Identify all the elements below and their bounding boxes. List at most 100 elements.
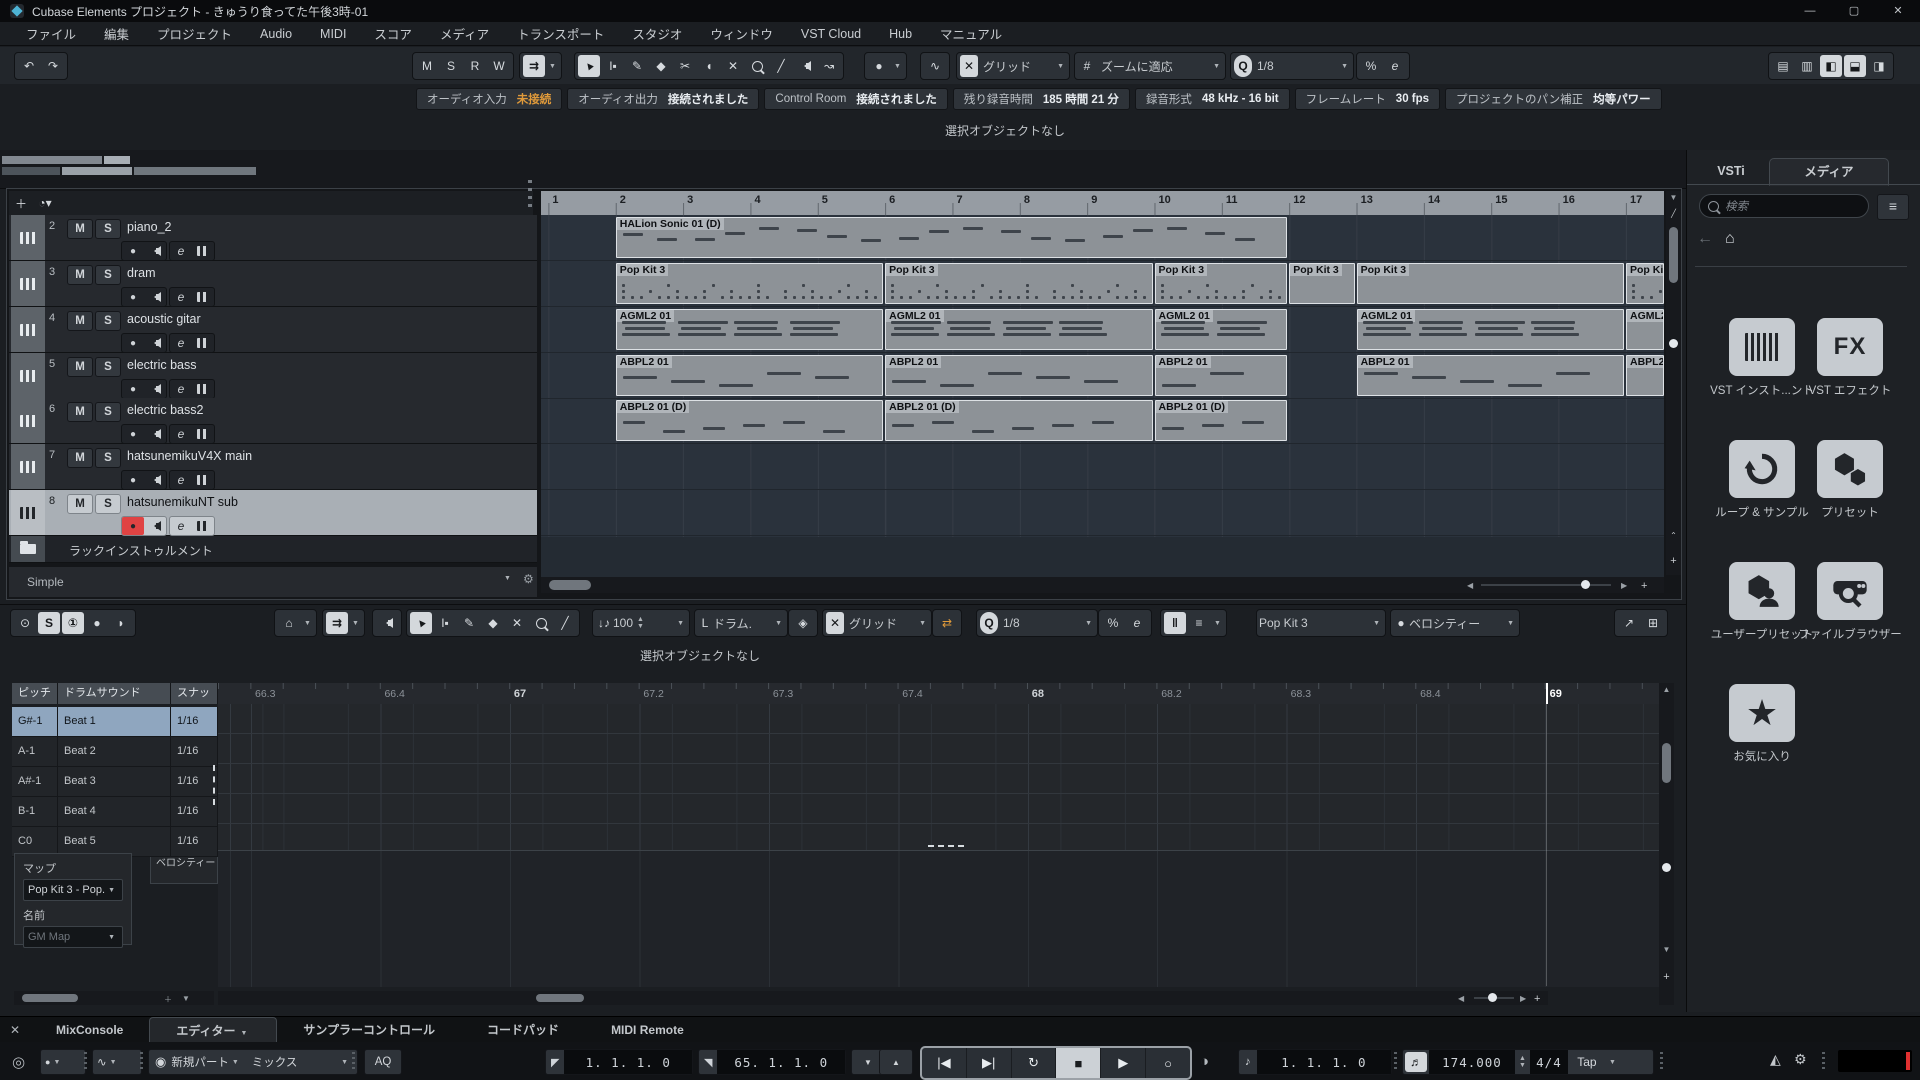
record-enable-button[interactable]: ●: [122, 334, 144, 352]
edit-channel-button[interactable]: e: [170, 380, 192, 398]
drum-grid[interactable]: [218, 704, 1663, 850]
velocity-value[interactable]: 100: [613, 616, 633, 630]
solo-button[interactable]: S: [95, 219, 121, 239]
part-HALion-Sonic-01-(D)[interactable]: HALion Sonic 01 (D): [616, 217, 1288, 258]
edit-channel-button[interactable]: e: [170, 517, 192, 535]
record-enable-button[interactable]: ●: [122, 517, 144, 535]
menu-マニュアル[interactable]: マニュアル: [926, 24, 1016, 43]
solo-button[interactable]: S: [95, 265, 121, 285]
open-instrument-button[interactable]: [192, 380, 214, 398]
editor-quantize-caret-icon[interactable]: ▼: [1085, 620, 1092, 627]
status-segment[interactable]: プロジェクトのパン補正均等パワー: [1445, 88, 1662, 110]
editor-list-hthumb[interactable]: [22, 994, 78, 1002]
lane-caret-icon[interactable]: ▼: [1214, 620, 1221, 627]
editor-snap-value[interactable]: グリッド: [849, 615, 897, 632]
column-divider-handle[interactable]: [213, 765, 215, 805]
vscroll-thumb[interactable]: [1669, 227, 1678, 283]
range-tool[interactable]: I▪: [602, 55, 624, 77]
tempo-stepper[interactable]: ▲▼: [1519, 1055, 1526, 1069]
mute-button[interactable]: M: [67, 265, 93, 285]
editor-autoscroll-icon[interactable]: ⇉: [326, 612, 348, 634]
audio-record-mode-select[interactable]: ∿▼: [92, 1049, 142, 1075]
editor-hscroll-right-icon[interactable]: ▶: [1520, 994, 1526, 1003]
part-Pop-Kit-3[interactable]: Pop Kit 3: [885, 263, 1152, 304]
vscroll-up-icon[interactable]: ▼: [1666, 193, 1681, 202]
media-tile-star[interactable]: ★: [1729, 684, 1795, 742]
menu-トランスポート[interactable]: トランスポート: [503, 24, 618, 43]
record-enable-button[interactable]: ●: [122, 380, 144, 398]
tab-エディター[interactable]: エディター ▼: [149, 1017, 277, 1044]
tab-MixConsole[interactable]: MixConsole: [30, 1017, 149, 1043]
quantize-caret-icon[interactable]: ▼: [1341, 63, 1348, 70]
menu-編集[interactable]: 編集: [90, 24, 143, 43]
mute-button[interactable]: M: [67, 494, 93, 514]
info-zone-icon[interactable]: ▥: [1796, 55, 1818, 77]
part-ABPL2-01[interactable]: ABPL2 01: [1626, 355, 1664, 396]
stop-button[interactable]: ■: [1056, 1048, 1101, 1078]
automation-r-button[interactable]: R: [464, 55, 486, 77]
editor-autoscroll-caret-icon[interactable]: ▼: [352, 620, 359, 627]
autoscroll-caret-icon[interactable]: ▼: [549, 63, 556, 70]
track-row-electric-bass[interactable]: 5MSelectric bass●e: [9, 353, 537, 399]
solo-button[interactable]: S: [95, 448, 121, 468]
vscroll-pencil-icon[interactable]: ╱: [1666, 209, 1681, 218]
lane-hatsunemikuNT-sub[interactable]: [541, 490, 1664, 536]
preroll-icon[interactable]: ◑: [1200, 1053, 1209, 1070]
vzoom-plus-icon[interactable]: +: [1666, 555, 1681, 567]
link-pin-icon[interactable]: ⊙: [14, 612, 36, 634]
quantize-value[interactable]: 1/8: [1257, 59, 1274, 73]
open-in-window-icon[interactable]: ↗: [1618, 612, 1640, 634]
arrange-lanes[interactable]: HALion Sonic 01 (D)Pop Kit 3Pop Kit 3Pop…: [541, 215, 1664, 537]
hzoom-plus-icon[interactable]: +: [1641, 580, 1647, 592]
punch-out-button[interactable]: ▲: [879, 1049, 913, 1075]
solo-button[interactable]: S: [95, 494, 121, 514]
project-overview[interactable]: [0, 150, 1920, 189]
part-ABPL2-01[interactable]: ABPL2 01: [885, 355, 1152, 396]
panel-divider-handle[interactable]: [528, 180, 532, 210]
automation-m-button[interactable]: M: [416, 55, 438, 77]
track-row-hatsunemikuNT-sub[interactable]: 8MShatsunemikuNT sub●e: [9, 490, 537, 536]
cycle-button[interactable]: ↻: [1012, 1048, 1057, 1078]
status-segment[interactable]: 録音形式48 kHz - 16 bit: [1135, 88, 1290, 110]
layers-icon[interactable]: ≡: [1188, 612, 1210, 634]
position-display[interactable]: ♪ 1. 1. 1. 0: [1238, 1049, 1392, 1075]
tab-コードパッド[interactable]: コードパッド: [461, 1017, 585, 1043]
record-enable-button[interactable]: ●: [122, 288, 144, 306]
menu-Hub[interactable]: Hub: [875, 27, 926, 41]
lane-hatsunemikuV4X-main[interactable]: [541, 444, 1664, 490]
status-segment[interactable]: フレームレート30 fps: [1295, 88, 1440, 110]
track-name[interactable]: hatsunemikuNT sub: [127, 495, 238, 509]
open-instrument-button[interactable]: [192, 471, 214, 489]
setup-layout-icon[interactable]: ▤: [1772, 55, 1794, 77]
tab-サンプラーコントロール[interactable]: サンプラーコントロール: [277, 1017, 461, 1043]
vscroll-zoom-icon[interactable]: ⌃: [1666, 531, 1681, 540]
editor-vscrollbar[interactable]: ▲ ▼ +: [1659, 683, 1674, 1005]
grid-type-icon[interactable]: #: [1078, 55, 1096, 77]
media-tile-userhex[interactable]: [1729, 562, 1795, 620]
arrange-area[interactable]: 1234567891011121314151617 HALion Sonic 0…: [541, 191, 1664, 577]
editor-quantize-value[interactable]: 1/8: [1003, 616, 1020, 630]
track-name[interactable]: electric bass2: [127, 403, 203, 417]
editor-snap-caret-icon[interactable]: ▼: [919, 620, 926, 627]
column-header-0[interactable]: ピッチ: [12, 683, 58, 704]
tab-vsti[interactable]: VSTi: [1701, 158, 1761, 184]
editor-setup-icon[interactable]: ⊞: [1642, 612, 1664, 634]
editor-line-tool[interactable]: ╱: [554, 612, 576, 634]
editor-vzoom-plus-icon[interactable]: +: [1659, 971, 1674, 983]
zoom-tool[interactable]: [746, 55, 768, 77]
hscroll-left-icon[interactable]: ◀: [1467, 581, 1473, 590]
draw-tool[interactable]: ✎: [626, 55, 648, 77]
record-enable-button[interactable]: ●: [122, 242, 144, 260]
monitor-button[interactable]: [144, 334, 166, 352]
map-name-select[interactable]: GM Map▼: [23, 926, 123, 948]
autoscroll-icon[interactable]: ⇉: [523, 55, 545, 77]
split-tool[interactable]: ✂: [674, 55, 696, 77]
editor-erase-tool[interactable]: ◆: [482, 612, 504, 634]
media-back-icon[interactable]: ←: [1697, 230, 1713, 248]
left-locator[interactable]: ◤ 1. 1. 1. 0: [545, 1049, 693, 1075]
media-search-input[interactable]: 検索: [1699, 194, 1869, 218]
controller-caret-icon[interactable]: ▼: [1507, 620, 1514, 627]
midi-record-mode-select[interactable]: ◉ 新規パート ▼ ミックス ▼: [148, 1049, 358, 1075]
undo-button[interactable]: ↶: [18, 55, 40, 77]
snap-icon[interactable]: ✕: [960, 55, 978, 77]
